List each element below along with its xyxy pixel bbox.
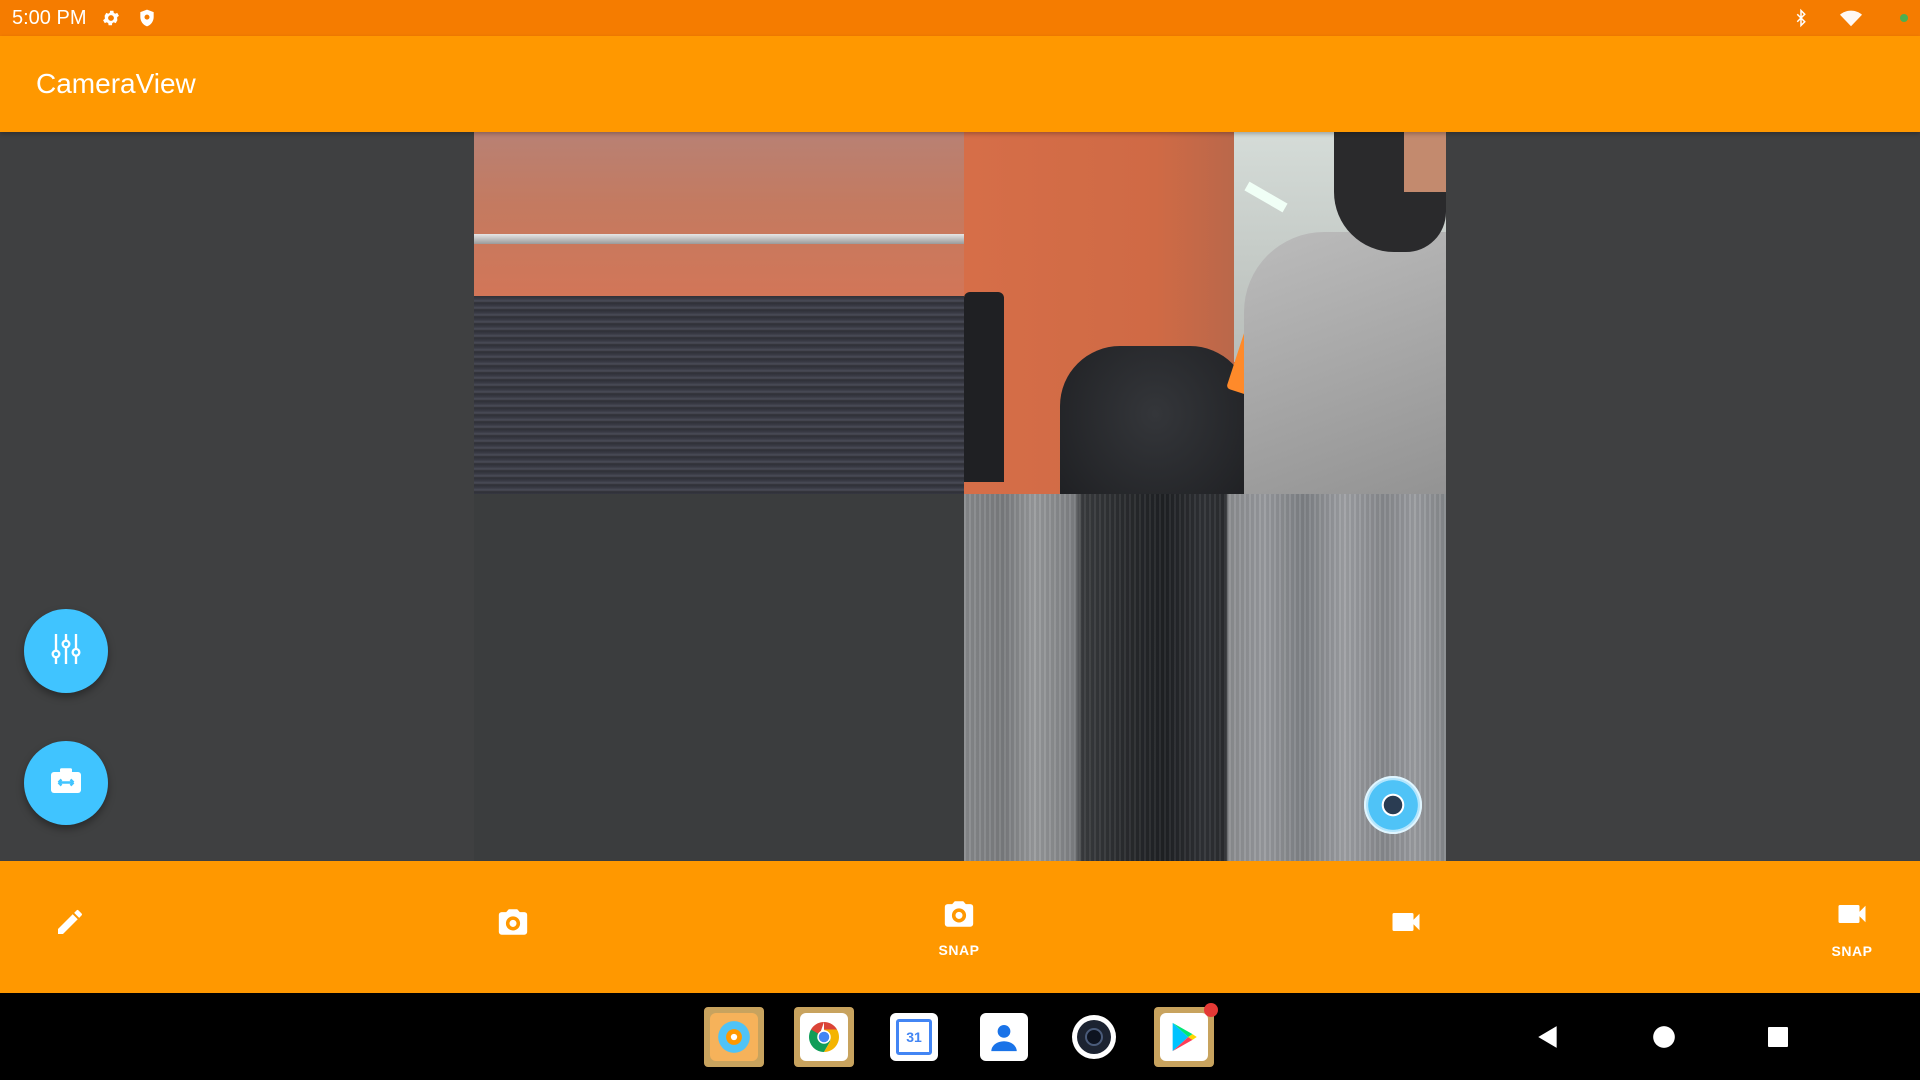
contacts-app-icon[interactable] xyxy=(974,1007,1034,1067)
edit-button[interactable] xyxy=(0,861,140,993)
switch-camera-button[interactable] xyxy=(24,741,108,825)
app-bar: CameraView xyxy=(0,36,1920,132)
cameraview-logo-icon xyxy=(1364,776,1422,834)
contacts-icon xyxy=(980,1013,1028,1061)
notification-badge xyxy=(1204,1003,1218,1017)
recents-button[interactable] xyxy=(1760,1019,1796,1055)
recents-icon xyxy=(1768,1027,1788,1047)
pencil-icon xyxy=(54,906,86,943)
preview-rail xyxy=(474,234,971,244)
switch-camera-icon xyxy=(48,763,84,804)
calendar-day: 31 xyxy=(896,1019,932,1055)
videocam-icon xyxy=(1388,904,1424,945)
snap-label: SNAP xyxy=(938,941,980,958)
shield-icon xyxy=(136,7,158,29)
preview-chair-back xyxy=(964,292,1004,482)
wifi-icon xyxy=(1840,7,1862,29)
preview-empty-region xyxy=(474,494,964,861)
sliders-icon xyxy=(46,629,86,674)
preview-person xyxy=(1244,232,1446,532)
camera-icon xyxy=(496,905,530,944)
camera-app-icon[interactable] xyxy=(1064,1007,1124,1067)
videocam-icon xyxy=(1834,896,1870,937)
chrome-logo-icon xyxy=(800,1013,848,1061)
status-right-icons xyxy=(1790,7,1908,29)
app-title: CameraView xyxy=(36,68,196,99)
camera-lens-icon xyxy=(1070,1013,1118,1061)
preview-neck xyxy=(1404,132,1446,192)
status-indicator-dot xyxy=(1900,14,1908,22)
filters-button[interactable] xyxy=(24,609,108,693)
back-button[interactable] xyxy=(1530,1019,1566,1055)
chrome-app-icon[interactable] xyxy=(794,1007,854,1067)
play-store-icon xyxy=(1160,1013,1208,1061)
calendar-icon: 31 xyxy=(890,1013,938,1061)
camera-content-area xyxy=(0,132,1920,861)
cameraview-logo-icon xyxy=(710,1013,758,1061)
status-bar: 5:00 PM xyxy=(0,0,1920,36)
back-icon xyxy=(1538,1026,1557,1048)
gear-icon xyxy=(100,7,122,29)
bottom-action-bar: SNAP SNAP xyxy=(0,861,1920,993)
bluetooth-icon xyxy=(1790,7,1812,29)
preview-wall xyxy=(474,132,964,296)
preview-glitch-stripes xyxy=(474,296,964,494)
status-time: 5:00 PM xyxy=(12,6,87,29)
preview-chair xyxy=(1060,346,1250,516)
capture-video-button[interactable] xyxy=(1336,861,1476,993)
camera-icon xyxy=(942,897,976,936)
calendar-app-icon[interactable]: 31 xyxy=(884,1007,944,1067)
camera-preview[interactable] xyxy=(474,132,1446,861)
cameraview-app-icon[interactable] xyxy=(704,1007,764,1067)
system-taskbar: 31 xyxy=(0,993,1920,1080)
capture-picture-snapshot-button[interactable]: SNAP xyxy=(889,861,1029,993)
snap-label: SNAP xyxy=(1831,942,1873,959)
capture-picture-button[interactable] xyxy=(443,861,583,993)
capture-video-snapshot-button[interactable]: SNAP xyxy=(1782,861,1920,993)
play-store-app-icon[interactable] xyxy=(1154,1003,1218,1067)
home-icon xyxy=(1653,1026,1675,1048)
home-button[interactable] xyxy=(1646,1019,1682,1055)
